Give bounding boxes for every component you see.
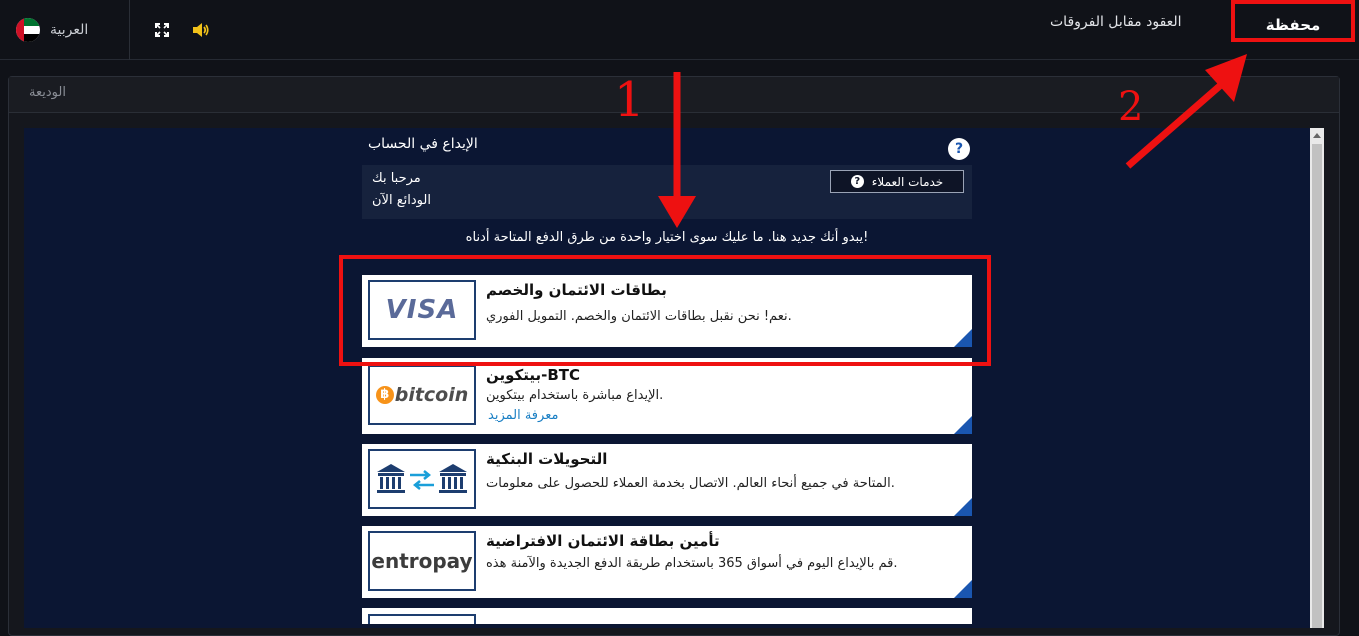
card-title: تأمين بطاقة الائتمان الافتراضية: [486, 532, 720, 550]
bank-transfer-icon: [368, 449, 476, 509]
help-icon[interactable]: ?: [948, 138, 970, 160]
top-bar: العربية العقود مقابل الفروقات محفظة: [0, 0, 1359, 60]
payment-method-card-partial[interactable]: [362, 608, 972, 624]
welcome-box: مرحبا بك الودائع الآن ? خدمات العملاء: [362, 165, 972, 219]
card-title: بيتكوين-BTC: [486, 366, 581, 384]
welcome-line-2: الودائع الآن: [372, 193, 431, 208]
payment-method-card-entropay[interactable]: entropay تأمين بطاقة الائتمان الافتراضية…: [362, 526, 972, 598]
annotation-step-1: 1: [614, 72, 645, 128]
customer-service-button[interactable]: ? خدمات العملاء: [830, 170, 964, 193]
customer-service-label: خدمات العملاء: [871, 174, 944, 189]
highlight-box-visa: [339, 255, 991, 366]
card-corner-marker: [954, 498, 972, 516]
learn-more-link[interactable]: معرفة المزيد: [488, 408, 558, 423]
welcome-line-1: مرحبا بك: [372, 171, 421, 186]
scroll-thumb[interactable]: [1312, 144, 1322, 628]
card-description: الإيداع مباشرة باستخدام بيتكوين.: [486, 388, 664, 403]
card-corner-marker: [954, 580, 972, 598]
sound-icon[interactable]: [187, 16, 215, 44]
uae-flag-icon: [16, 18, 40, 42]
card-description: المتاحة في جميع أنحاء العالم. الاتصال بخ…: [486, 476, 895, 491]
scroll-up-arrow-icon[interactable]: [1310, 128, 1324, 142]
bitcoin-coin-icon: ฿: [375, 386, 394, 404]
nav-wallet-tab[interactable]: محفظة: [1231, 0, 1355, 42]
entropay-logo: entropay: [368, 531, 476, 591]
scrollbar[interactable]: [1310, 128, 1324, 628]
deposit-title: الإيداع في الحساب: [368, 136, 478, 152]
language-selector[interactable]: العربية: [0, 0, 130, 60]
fullscreen-icon[interactable]: [148, 16, 176, 44]
payment-method-card-bank-transfer[interactable]: التحويلات البنكية المتاحة في جميع أنحاء …: [362, 444, 972, 516]
nav-cfd-link[interactable]: العقود مقابل الفروقات: [1050, 0, 1182, 44]
language-label: العربية: [50, 22, 89, 38]
question-icon: ?: [850, 175, 864, 188]
annotation-step-2: 2: [1118, 84, 1144, 130]
card-title: التحويلات البنكية: [486, 450, 608, 468]
payment-method-card-bitcoin[interactable]: ฿ bitcoin بيتكوين-BTC الإيداع مباشرة باس…: [362, 358, 972, 434]
card-description: قم بالإيداع اليوم في أسواق 365 باستخدام …: [486, 556, 898, 571]
intro-text: يبدو أنك جديد هنا. ما عليك سوى اختيار وا…: [465, 230, 869, 245]
partial-logo: [368, 614, 476, 624]
bitcoin-logo: ฿ bitcoin: [368, 365, 476, 425]
card-corner-marker: [954, 416, 972, 434]
